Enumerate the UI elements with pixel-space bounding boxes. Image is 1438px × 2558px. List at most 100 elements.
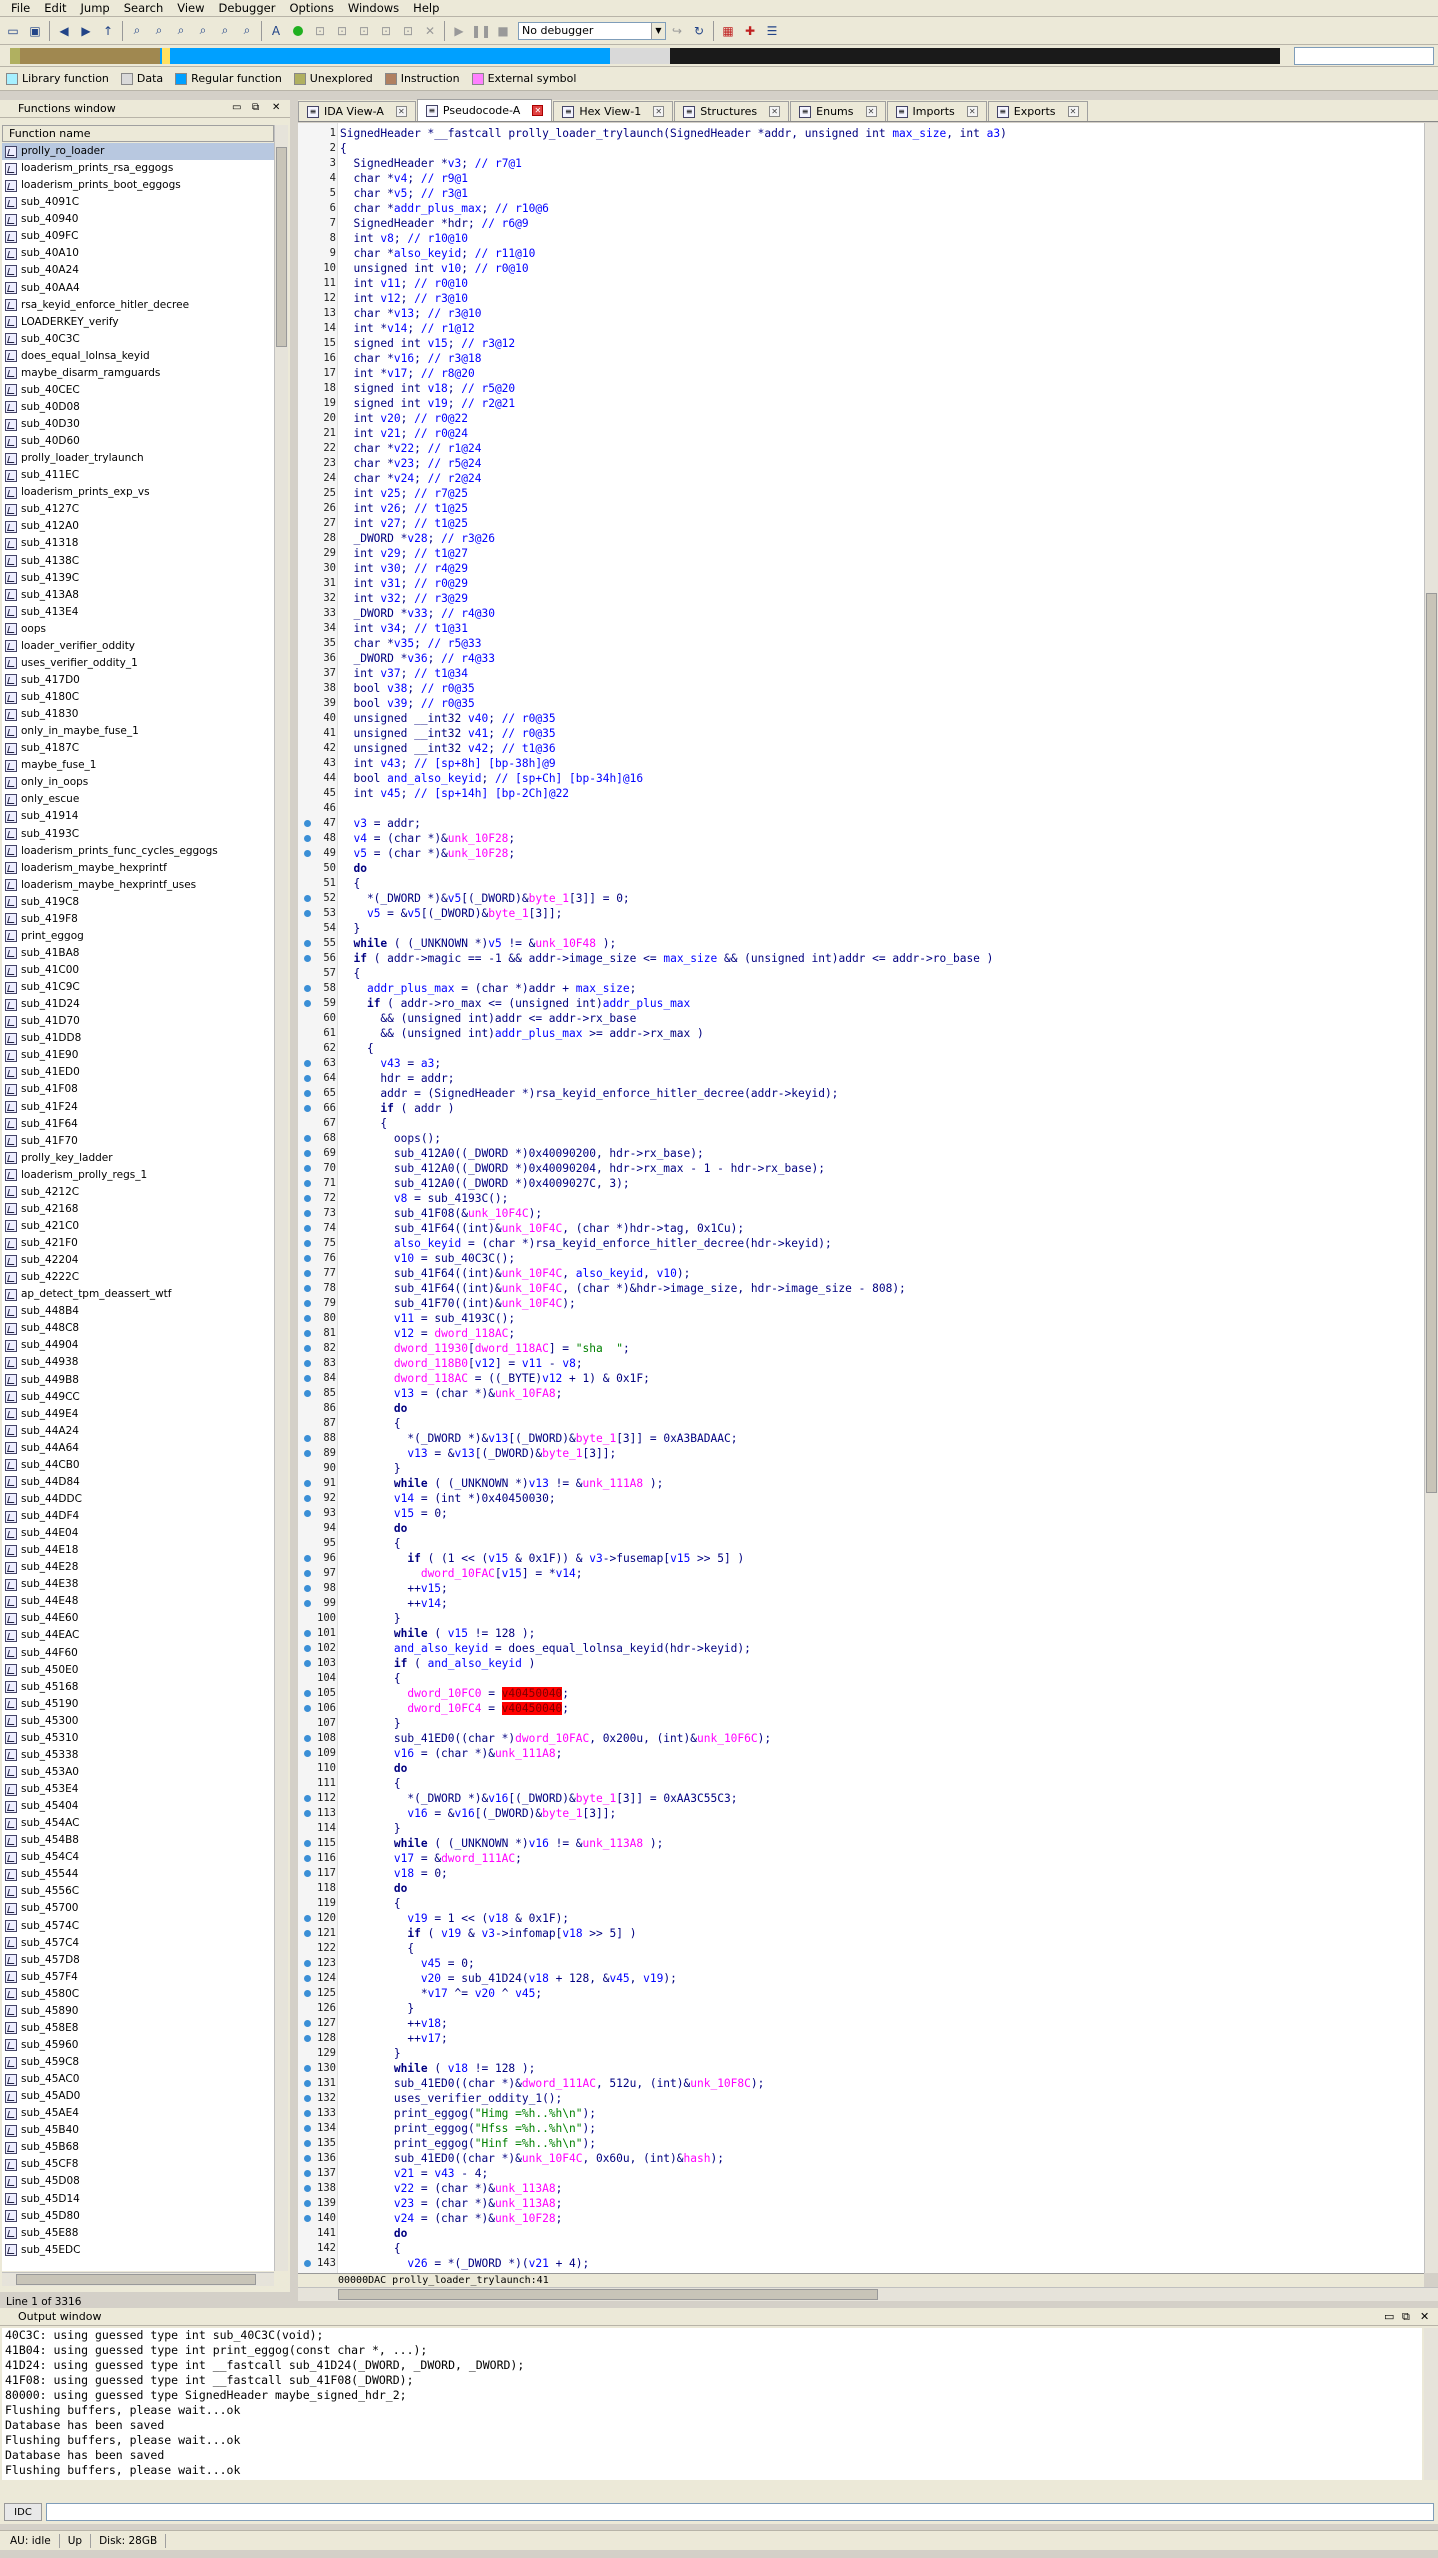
- breakpoint-dot[interactable]: [304, 1315, 311, 1322]
- code-line[interactable]: int v30; // r4@29: [340, 561, 468, 576]
- breakpoint-dot[interactable]: [304, 1915, 311, 1922]
- function-list-item[interactable]: sub_45AE4: [2, 2105, 274, 2122]
- code-line[interactable]: }: [340, 921, 360, 936]
- breakpoint-dot[interactable]: [304, 1555, 311, 1562]
- graph-icon[interactable]: ▦: [719, 22, 737, 40]
- code-line[interactable]: and_also_keyid = does_equal_lolnsa_keyid…: [340, 1641, 751, 1656]
- debugger-select[interactable]: No debugger ▼: [518, 21, 666, 40]
- function-list-item[interactable]: sub_41C00: [2, 962, 274, 979]
- breakpoint-dot[interactable]: [304, 1660, 311, 1667]
- breakpoint-dot[interactable]: [304, 1450, 311, 1457]
- menu-file[interactable]: File: [4, 0, 37, 17]
- function-list-item[interactable]: maybe_disarm_ramguards: [2, 365, 274, 382]
- code-line[interactable]: dword_10FAC[v15] = *v14;: [340, 1566, 583, 1581]
- breakpoint-dot[interactable]: [304, 1795, 311, 1802]
- functions-column-header[interactable]: Function name: [2, 125, 274, 142]
- function-list-item[interactable]: sub_45960: [2, 2037, 274, 2054]
- code-line[interactable]: {: [340, 1041, 374, 1056]
- code-line[interactable]: dword_118AC = ((_BYTE)v12 + 1) & 0x1F;: [340, 1371, 650, 1386]
- function-list-item[interactable]: sub_4187C: [2, 740, 274, 757]
- breakpoint-dot[interactable]: [304, 1225, 311, 1232]
- code-line[interactable]: v45 = 0;: [340, 1956, 475, 1971]
- code-line[interactable]: dword_118B0[v12] = v11 - v8;: [340, 1356, 583, 1371]
- breakpoint-dot[interactable]: [304, 1435, 311, 1442]
- command-input[interactable]: [46, 2503, 1434, 2521]
- function-list-item[interactable]: sub_454B8: [2, 1832, 274, 1849]
- breakpoint-dot[interactable]: [304, 1960, 311, 1967]
- code-line[interactable]: *(_DWORD *)&v13[(_DWORD)&byte_1[3]] = 0x…: [340, 1431, 737, 1446]
- restore-icon[interactable]: ⧉: [252, 102, 259, 113]
- function-list-item[interactable]: sub_421C0: [2, 1218, 274, 1235]
- breakpoint-dot[interactable]: [304, 1135, 311, 1142]
- code-line[interactable]: while ( (_UNKNOWN *)v16 != &unk_113A8 );: [340, 1836, 663, 1851]
- function-list-item[interactable]: prolly_ro_loader: [2, 143, 274, 161]
- code-line[interactable]: v17 = &dword_111AC;: [340, 1851, 522, 1866]
- menu-view[interactable]: View: [170, 0, 211, 17]
- code-line[interactable]: print_eggog("Hfss =%h..%h\n");: [340, 2121, 596, 2136]
- code-line[interactable]: int v27; // t1@25: [340, 516, 468, 531]
- code-line[interactable]: print_eggog("Hinf =%h..%h\n");: [340, 2136, 596, 2151]
- code-line[interactable]: v26 = *(_DWORD *)(v21 + 4);: [340, 2256, 589, 2271]
- code-line[interactable]: while ( (_UNKNOWN *)v13 != &unk_111A8 );: [340, 1476, 663, 1491]
- breakpoint-dot[interactable]: [304, 1180, 311, 1187]
- list-icon[interactable]: ☰: [763, 22, 781, 40]
- function-list-item[interactable]: sub_448C8: [2, 1320, 274, 1337]
- breakpoint-dot[interactable]: [304, 1870, 311, 1877]
- breakpoint-dot[interactable]: [304, 2020, 311, 2027]
- function-list-item[interactable]: uses_verifier_oddity_1: [2, 655, 274, 672]
- code-line[interactable]: signed int v19; // r2@21: [340, 396, 515, 411]
- function-list-item[interactable]: sub_457F4: [2, 1969, 274, 1986]
- code-line[interactable]: sub_412A0((_DWORD *)0x40090204, hdr->rx_…: [340, 1161, 825, 1176]
- breakpoint-dot[interactable]: [304, 1600, 311, 1607]
- scroll-thumb[interactable]: [276, 147, 287, 347]
- breakpoint-dot[interactable]: [304, 1255, 311, 1262]
- search-next-icon[interactable]: ⌕: [172, 22, 190, 40]
- code-line[interactable]: int v32; // r3@29: [340, 591, 468, 606]
- code-line[interactable]: _DWORD *v28; // r3@26: [340, 531, 494, 546]
- function-list-item[interactable]: sub_448B4: [2, 1303, 274, 1320]
- functions-vertical-scrollbar[interactable]: [274, 125, 288, 2271]
- code-line[interactable]: v4 = (char *)&unk_10F28;: [340, 831, 515, 846]
- menu-windows[interactable]: Windows: [341, 0, 406, 17]
- function-list-item[interactable]: sub_4574C: [2, 1918, 274, 1935]
- breakpoint-dot[interactable]: [304, 1930, 311, 1937]
- close-icon[interactable]: ✕: [1420, 2308, 1429, 2326]
- code-line[interactable]: && (unsigned int)addr <= addr->rx_base: [340, 1011, 636, 1026]
- code-line[interactable]: {: [340, 141, 347, 156]
- close-icon[interactable]: ✕: [395, 106, 407, 117]
- code-line[interactable]: if ( and_also_keyid ): [340, 1656, 535, 1671]
- breakpoint-dot[interactable]: [304, 1810, 311, 1817]
- code-line[interactable]: int v8; // r10@10: [340, 231, 468, 246]
- function-list-item[interactable]: sub_45190: [2, 1696, 274, 1713]
- function-list-item[interactable]: sub_409FC: [2, 228, 274, 245]
- restore-icon[interactable]: ⧉: [1402, 2308, 1410, 2326]
- function-list-item[interactable]: sub_45E88: [2, 2225, 274, 2242]
- function-list-item[interactable]: sub_4127C: [2, 501, 274, 518]
- breakpoint-dot[interactable]: [304, 1300, 311, 1307]
- function-list-item[interactable]: loaderism_prints_exp_vs: [2, 484, 274, 501]
- function-list-item[interactable]: sub_453A0: [2, 1764, 274, 1781]
- code-line[interactable]: }: [340, 1716, 401, 1731]
- code-line[interactable]: print_eggog("Himg =%h..%h\n");: [340, 2106, 596, 2121]
- breakpoint-dot[interactable]: [304, 1855, 311, 1862]
- scroll-thumb[interactable]: [1426, 593, 1437, 1493]
- breakpoint-dot[interactable]: [304, 1570, 311, 1577]
- breakpoint-dot[interactable]: [304, 1630, 311, 1637]
- function-list-item[interactable]: sub_412A0: [2, 518, 274, 535]
- function-list-item[interactable]: sub_450E0: [2, 1662, 274, 1679]
- function-list-item[interactable]: loaderism_maybe_hexprintf: [2, 860, 274, 877]
- breakpoint-dot[interactable]: [304, 1480, 311, 1487]
- breakpoint-dot[interactable]: [304, 1240, 311, 1247]
- function-list-item[interactable]: print_eggog: [2, 928, 274, 945]
- close-icon[interactable]: ✕: [653, 106, 665, 117]
- code-line[interactable]: bool and_also_keyid; // [sp+Ch] [bp-34h]…: [340, 771, 643, 786]
- breakpoint-dot[interactable]: [304, 1075, 311, 1082]
- function-list-item[interactable]: sub_41318: [2, 535, 274, 552]
- function-list-item[interactable]: sub_45168: [2, 1679, 274, 1696]
- function-list-item[interactable]: sub_45544: [2, 1866, 274, 1883]
- function-list-item[interactable]: sub_44A24: [2, 1423, 274, 1440]
- breakpoint-dot[interactable]: [304, 1060, 311, 1067]
- breakpoint-dot[interactable]: [304, 2200, 311, 2207]
- code-line[interactable]: int v43; // [sp+8h] [bp-38h]@9: [340, 756, 555, 771]
- code-line[interactable]: v13 = &v13[(_DWORD)&byte_1[3]];: [340, 1446, 616, 1461]
